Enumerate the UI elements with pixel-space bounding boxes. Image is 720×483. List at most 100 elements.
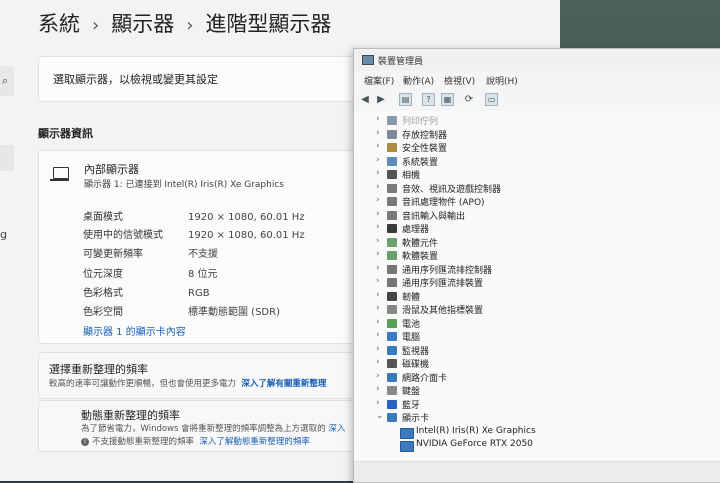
breadcrumb-separator: › <box>92 15 100 36</box>
device-category-icon <box>387 386 397 395</box>
device-category-icon <box>387 264 397 274</box>
properties-icon[interactable]: ▤ <box>399 93 412 106</box>
refresh-rate-description: 較高的速率可讓動作更順暢，但也會使用更多電力 深入了解有關重新整理 <box>49 379 327 389</box>
breadcrumb: 系統 › 顯示器 › 進階型顯示器 <box>38 8 331 38</box>
search-icon: ⌕ <box>2 74 9 87</box>
device-category-icon <box>387 143 397 152</box>
forward-arrow-icon[interactable]: ▶ <box>374 93 388 107</box>
device-category-icon <box>387 237 397 247</box>
scan-hardware-icon[interactable]: ⟳ <box>462 93 476 107</box>
update-driver-icon[interactable]: ▦ <box>441 93 454 106</box>
tree-category-label: 顯示卡 <box>402 414 430 424</box>
chevron-right-icon[interactable]: › <box>376 195 380 205</box>
chevron-right-icon[interactable]: › <box>376 398 380 408</box>
status-bar <box>354 461 720 482</box>
tree-category-label: 相機 <box>402 171 421 181</box>
tree-category-label: 存放控制器 <box>402 130 448 141</box>
tree-category-label: 軟體元件 <box>402 238 439 249</box>
info-row: 色彩空間 標準動態範圍 (SDR) <box>83 307 280 318</box>
info-row: 可變更新頻率 不支援 <box>83 249 218 260</box>
chevron-right-icon[interactable]: › <box>376 357 380 367</box>
chevron-right-icon[interactable]: › <box>376 384 380 394</box>
help-icon[interactable]: ? <box>422 93 435 106</box>
display-adapter-icon <box>400 441 414 452</box>
dynamic-refresh-learn-more-cut[interactable]: 深入 <box>328 424 345 434</box>
device-category-icon <box>387 359 397 368</box>
breadcrumb-system[interactable]: 系統 <box>38 12 80 36</box>
chevron-right-icon[interactable]: › <box>376 263 380 273</box>
breadcrumb-advanced-display: 進階型顯示器 <box>205 12 332 36</box>
monitor-icon[interactable]: ▭ <box>485 93 498 106</box>
chevron-right-icon[interactable]: › <box>376 317 380 327</box>
monitor-connection: 顯示器 1: 已連接到 Intel(R) Iris(R) Xe Graphics <box>84 180 284 190</box>
chevron-right-icon[interactable]: › <box>376 344 380 354</box>
chevron-right-icon[interactable]: › <box>376 222 380 232</box>
sidebar-text-fragment: g <box>0 228 7 241</box>
tree-category-label: 列印佇列 <box>402 117 439 127</box>
tree-category-label: 軟體裝置 <box>402 252 439 262</box>
chevron-right-icon[interactable]: › <box>376 155 380 165</box>
adapter-properties-link[interactable]: 顯示器 1 的顯示卡內容 <box>83 323 186 338</box>
tree-category-label: 網路介面卡 <box>402 373 448 384</box>
tree-category-label: 磁碟機 <box>402 360 430 370</box>
menu-action[interactable]: 動作(A) <box>403 74 434 87</box>
monitor-name: 內部顯示器 <box>84 163 139 176</box>
chevron-right-icon[interactable]: › <box>376 249 380 259</box>
tree-category-label: 處理器 <box>402 225 430 235</box>
dynamic-refresh-learn-more-link[interactable]: 深入了解動態重新整理的頻率 <box>199 437 310 447</box>
device-category-icon <box>387 183 397 193</box>
device-category-icon <box>387 278 397 287</box>
back-arrow-icon[interactable]: ◀ <box>358 93 372 107</box>
device-category-icon <box>387 332 397 341</box>
chevron-right-icon[interactable]: › <box>376 182 380 192</box>
tree-category-label: 系統裝置 <box>402 157 439 168</box>
tree-category-label: 音訊輸入與輸出 <box>402 211 466 222</box>
sidebar-search-fragment[interactable]: ⌕ <box>0 66 14 96</box>
chevron-right-icon[interactable]: › <box>376 330 380 340</box>
device-category-icon <box>387 156 397 166</box>
chevron-right-icon[interactable]: › <box>376 276 380 286</box>
chevron-right-icon[interactable]: › <box>376 236 380 246</box>
tree-category-label: 滑鼠及其他指標裝置 <box>402 306 484 316</box>
device-category-icon <box>387 251 397 260</box>
device-category-icon <box>387 210 397 220</box>
device-category-icon <box>387 224 397 233</box>
info-row: 桌面模式 1920 × 1080, 60.01 Hz <box>83 212 305 223</box>
sidebar-item-fragment[interactable] <box>0 145 14 171</box>
tree-category-label: 通用序列匯流排控制器 <box>402 265 493 276</box>
device-category-icon <box>387 129 397 139</box>
info-row: 色彩格式 RGB <box>83 288 210 299</box>
chevron-right-icon[interactable]: › <box>376 168 380 178</box>
menu-file[interactable]: 檔案(F) <box>364 74 394 87</box>
chevron-right-icon[interactable]: › <box>376 209 380 219</box>
device-manager-titlebar[interactable]: 裝置管理員 <box>354 49 720 71</box>
refresh-rate-learn-more-link[interactable]: 深入了解有關重新整理 <box>241 379 326 389</box>
breadcrumb-display[interactable]: 顯示器 <box>111 12 174 36</box>
menu-view[interactable]: 檢視(V) <box>444 74 475 87</box>
chevron-right-icon[interactable]: › <box>376 141 380 151</box>
tree-category-label: 電池 <box>402 319 421 330</box>
device-category-icon <box>387 305 397 314</box>
menu-help[interactable]: 說明(H) <box>486 74 518 87</box>
chevron-down-icon[interactable]: ⌄ <box>376 411 384 421</box>
chevron-right-icon[interactable]: › <box>376 290 380 300</box>
tree-category-label: 音效、視訊及遊戲控制器 <box>402 184 502 195</box>
device-category-icon <box>387 170 397 179</box>
tree-category-label: 電腦 <box>402 333 421 343</box>
device-category-icon <box>387 413 397 422</box>
display-info-title: 顯示器資訊 <box>38 127 93 140</box>
chevron-right-icon[interactable]: › <box>376 371 380 381</box>
toolbar: ◀ ▶ ▤ ? ▦ ⟳ ▭ <box>354 89 720 112</box>
chevron-right-icon[interactable]: › <box>376 114 380 124</box>
device-category-icon <box>387 291 397 301</box>
dynamic-refresh-title: 動態重新整理的頻率 <box>81 409 180 422</box>
chevron-right-icon[interactable]: › <box>376 128 380 138</box>
device-category-icon <box>387 372 397 382</box>
display-adapter-label: Intel(R) Iris(R) Xe Graphics <box>416 425 536 436</box>
tree-category-label: 通用序列匯流排裝置 <box>402 279 484 289</box>
device-category-icon <box>387 318 397 328</box>
laptop-icon <box>50 167 69 181</box>
device-category-icon <box>387 345 397 355</box>
chevron-right-icon[interactable]: › <box>376 303 380 313</box>
device-tree: › 列印佇列 › 存放控制器 › 安全性裝置 › 系統裝置 › 相機 › 音效、視訊及遊戲控制器 › 音訊… <box>354 111 720 461</box>
